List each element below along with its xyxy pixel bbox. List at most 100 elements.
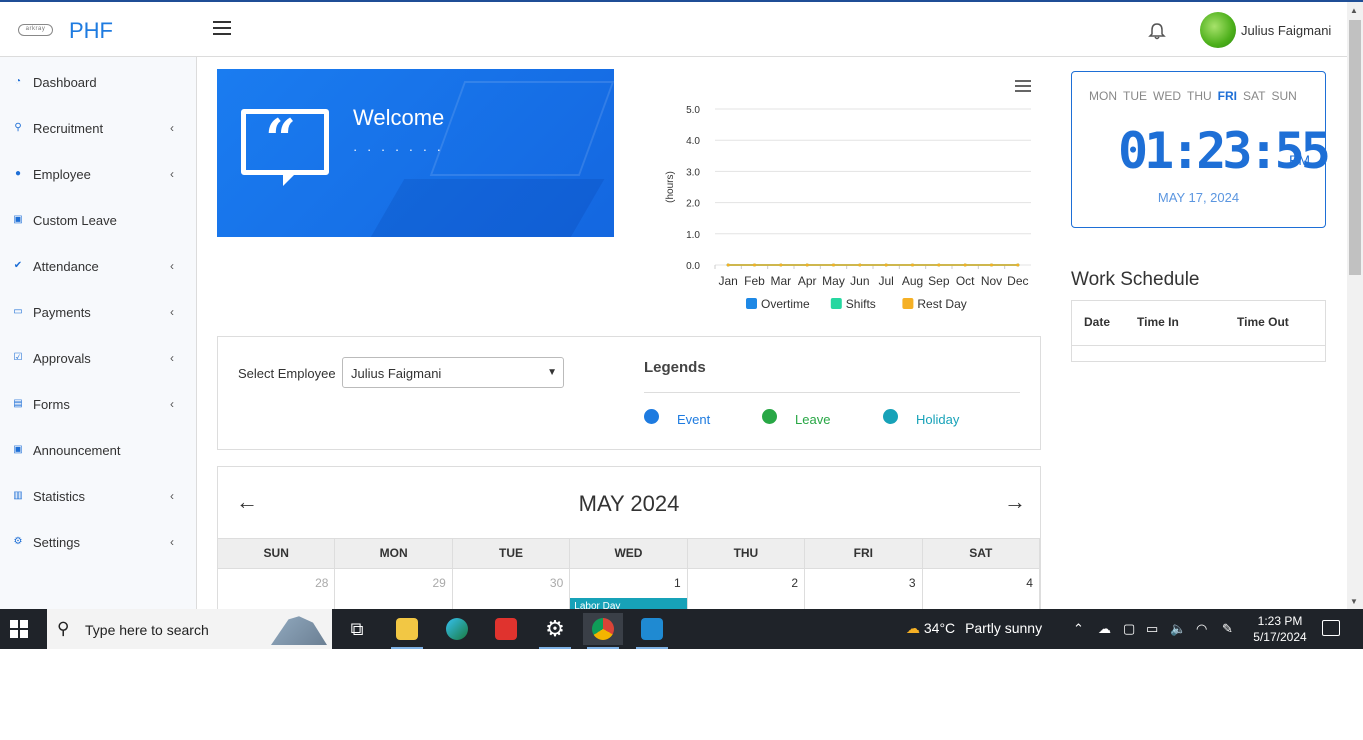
scroll-down-icon[interactable]: ▼	[1350, 597, 1358, 606]
task-view-icon[interactable]: ⧉	[337, 613, 377, 645]
legend-label: Rest Day	[917, 297, 966, 311]
sidebar-item-payments[interactable]: ▭ Payments ‹	[0, 289, 196, 335]
battery-icon[interactable]: ▭	[1146, 621, 1158, 637]
data-point	[779, 263, 783, 267]
edge-browser-icon[interactable]	[437, 613, 477, 645]
notification-center-icon[interactable]	[1322, 620, 1340, 636]
clock-time: 01:23:55	[1118, 122, 1331, 180]
sidebar-item-custom-leave[interactable]: ▣ Custom Leave	[0, 197, 196, 243]
data-point	[832, 263, 835, 267]
menu-toggle-icon[interactable]	[213, 21, 231, 35]
search-placeholder: Type here to search	[85, 622, 209, 638]
chevron-left-icon: ‹	[170, 489, 174, 503]
dashboard-icon: ◔	[14, 76, 22, 87]
chevron-left-icon: ‹	[170, 259, 174, 273]
hours-chart-svg: 0.0 1.0 2.0 3.0 4.0 5.0 (hours) Jan Feb Mar Apr May…	[665, 105, 1031, 311]
x-tick-label: Jun	[850, 274, 869, 288]
weekday-header: WED	[570, 539, 688, 568]
day-number: 4	[1026, 576, 1033, 590]
chart-menu-icon[interactable]	[1015, 80, 1031, 92]
user-name[interactable]: Julius Faigmani	[1241, 23, 1331, 38]
day-number: 3	[908, 576, 916, 590]
chevron-left-icon: ‹	[170, 351, 174, 365]
sidebar-item-dashboard[interactable]: ◔ Dashboard	[0, 59, 196, 105]
network-icon[interactable]: ◠	[1196, 621, 1207, 637]
scrollbar-thumb[interactable]	[1349, 20, 1361, 275]
employee-select[interactable]: Julius Faigmani ▼	[342, 357, 564, 388]
calendar-event[interactable]: Labor Day	[570, 598, 687, 609]
chevron-down-icon: ▼	[547, 367, 557, 378]
table-divider	[1072, 345, 1325, 346]
chevron-left-icon: ‹	[170, 121, 174, 135]
sidebar-item-attendance[interactable]: ✔ Attendance ‹	[0, 243, 196, 289]
next-month-button[interactable]: →	[1004, 489, 1026, 515]
weekday-mon: MON	[1089, 89, 1117, 103]
day-number: 2	[791, 576, 799, 590]
data-point	[911, 263, 914, 267]
chrome-browser-icon[interactable]	[583, 613, 623, 649]
sidebar-item-settings[interactable]: ⚙ Settings ‹	[0, 519, 196, 565]
sidebar-item-forms[interactable]: ▤ Forms ‹	[0, 381, 196, 427]
welcome-title: Welcome	[353, 105, 445, 130]
calendar-day-cell[interactable]: 2	[688, 569, 806, 609]
sidebar-item-label: Statistics	[33, 488, 86, 504]
user-avatar[interactable]	[1200, 12, 1236, 48]
weekday-header: MON	[335, 539, 453, 568]
weather-widget[interactable]: ☁ 34°C Partly sunny	[906, 620, 1042, 637]
pen-icon[interactable]: ✎	[1222, 621, 1233, 637]
data-point	[858, 263, 862, 267]
sidebar-item-label: Forms	[33, 396, 70, 412]
data-point	[726, 263, 730, 267]
brand-title[interactable]: PHF	[69, 18, 113, 44]
sidebar-item-label: Payments	[33, 304, 91, 320]
taskbar-clock[interactable]: 1:23 PM 5/17/2024	[1250, 613, 1310, 645]
work-schedule-title: Work Schedule	[1071, 269, 1200, 290]
scroll-up-icon[interactable]: ▲	[1350, 6, 1358, 15]
chevron-left-icon: ‹	[170, 305, 174, 319]
sidebar-item-label: Announcement	[33, 442, 121, 458]
legends-title: Legends	[644, 359, 706, 376]
file-explorer-icon[interactable]	[387, 613, 427, 649]
volume-icon[interactable]: 🔈	[1170, 621, 1186, 637]
sidebar-item-announcement[interactable]: ▣ Announcement	[0, 427, 196, 473]
show-hidden-icons[interactable]: ⌃	[1073, 621, 1084, 637]
company-logo[interactable]: arkray	[18, 24, 53, 36]
weekday-header: FRI	[805, 539, 923, 568]
x-tick-label: Mar	[770, 274, 791, 288]
onedrive-icon[interactable]: ☁	[1098, 621, 1111, 637]
wps-office-icon[interactable]	[486, 613, 526, 645]
taskbar-time: 1:23 PM	[1257, 614, 1303, 628]
taskbar-search[interactable]: ⚲ Type here to search	[47, 609, 332, 649]
legend-event: Event	[677, 412, 711, 427]
windows-start-icon[interactable]	[10, 620, 28, 638]
calendar-day-cell[interactable]: 28	[218, 569, 336, 609]
calendar-day-cell[interactable]: 30	[453, 569, 571, 609]
calendar-day-cell[interactable]: 3	[805, 569, 923, 609]
meet-icon[interactable]: ▢	[1123, 621, 1135, 637]
calendar-day-cell[interactable]: 29	[335, 569, 453, 609]
calendar-day-cell[interactable]: 1 Labor Day	[570, 569, 688, 609]
select-employee-label: Select Employee	[238, 366, 336, 381]
x-tick-label: Feb	[744, 274, 765, 288]
data-point	[753, 263, 756, 267]
weekday-wed: WED	[1153, 89, 1181, 103]
vscode-icon[interactable]	[632, 613, 672, 649]
calendar-weekday-header: SUN MON TUE WED THU FRI SAT	[218, 538, 1040, 568]
calendar: ← MAY 2024 → SUN MON TUE WED THU FRI SAT…	[217, 466, 1041, 609]
sidebar-item-recruitment[interactable]: ⚲ Recruitment ‹	[0, 105, 196, 151]
weekday-list: MON TUE WED THU FRI SAT SUN	[1089, 89, 1297, 103]
vertical-scrollbar[interactable]: ▲ ▼	[1347, 2, 1363, 609]
notification-bell-icon[interactable]	[1147, 21, 1167, 41]
calendar-day-cell[interactable]: 4	[923, 569, 1040, 609]
weekday-sat: SAT	[1243, 89, 1266, 103]
taskbar-date: 5/17/2024	[1253, 630, 1307, 644]
day-number: 28	[315, 576, 329, 590]
settings-gear-icon[interactable]: ⚙	[535, 613, 575, 649]
sidebar-item-approvals[interactable]: ☑ Approvals ‹	[0, 335, 196, 381]
y-axis-label: (hours)	[665, 171, 676, 203]
chevron-left-icon: ‹	[170, 535, 174, 549]
sidebar-item-statistics[interactable]: ▥ Statistics ‹	[0, 473, 196, 519]
sidebar-item-employee[interactable]: ● Employee ‹	[0, 151, 196, 197]
chevron-left-icon: ‹	[170, 167, 174, 181]
sidebar: ◔ Dashboard ⚲ Recruitment ‹ ● Employee ‹…	[0, 57, 197, 609]
